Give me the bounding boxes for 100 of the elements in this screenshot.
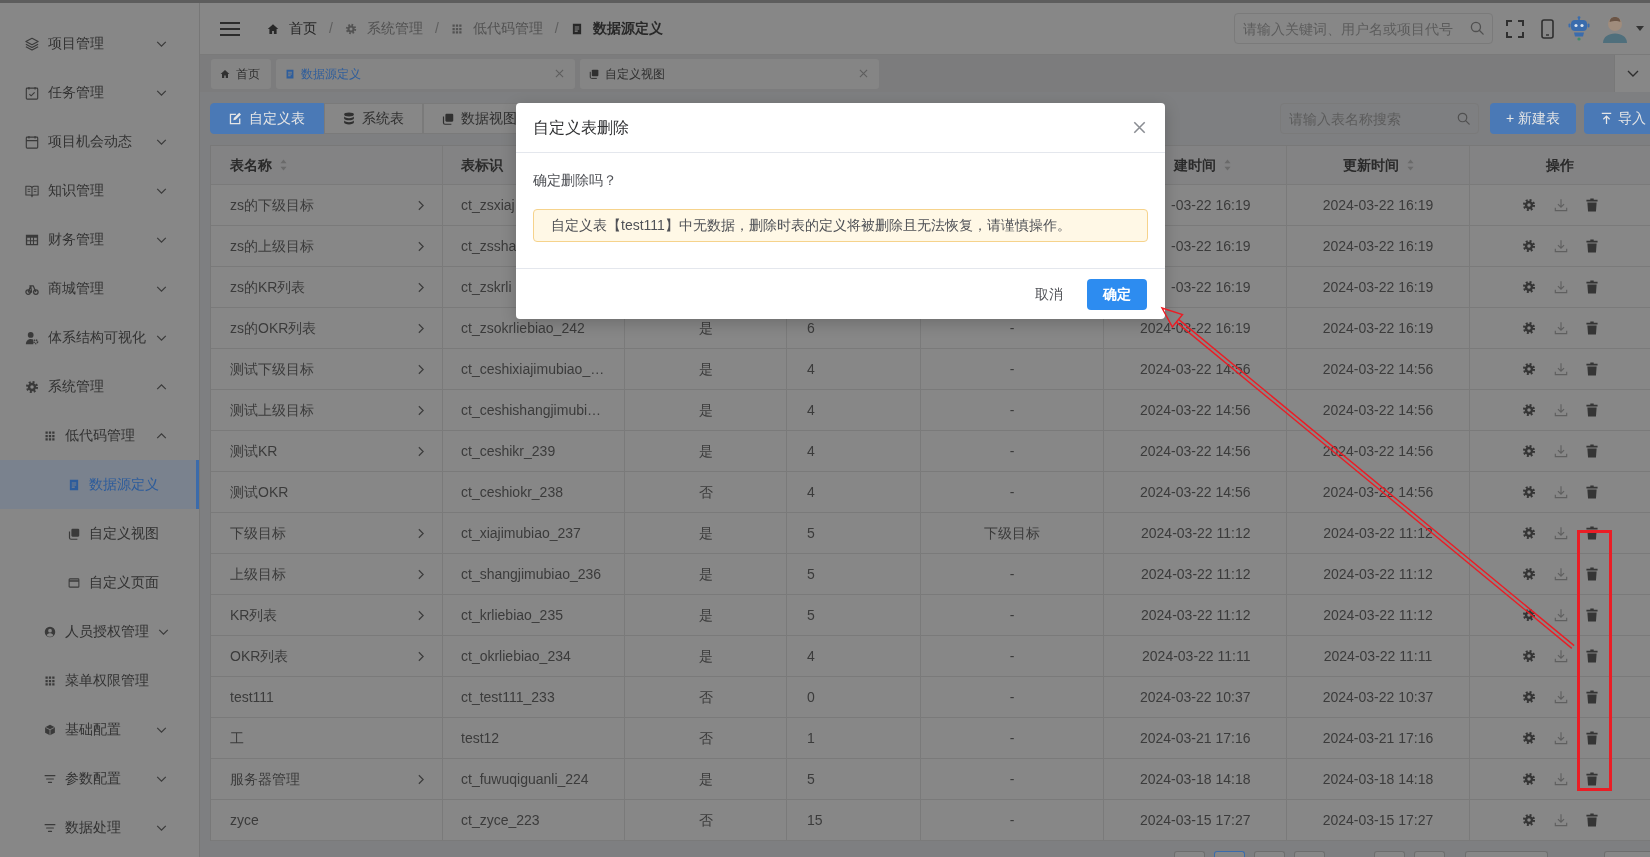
delete-icon[interactable]	[1586, 731, 1598, 745]
chevron-down-icon[interactable]	[156, 89, 167, 96]
robot-icon[interactable]	[1568, 16, 1590, 41]
download-icon[interactable]	[1554, 731, 1568, 745]
confirm-button[interactable]: 确定	[1087, 278, 1147, 310]
page-button[interactable]	[1214, 851, 1245, 857]
settings-icon[interactable]	[1522, 567, 1536, 581]
download-icon[interactable]	[1554, 649, 1568, 663]
settings-icon[interactable]	[1522, 321, 1536, 335]
chevron-right-icon[interactable]	[418, 199, 424, 211]
cancel-button[interactable]: 取消	[1025, 278, 1073, 310]
sidebar-item[interactable]: 系统管理	[0, 362, 199, 411]
table-type-tab[interactable]: 系统表	[324, 103, 423, 134]
settings-icon[interactable]	[1522, 608, 1536, 622]
chevron-down-icon[interactable]	[156, 187, 167, 194]
chevron-right-icon[interactable]	[418, 322, 424, 334]
search-icon[interactable]	[1470, 21, 1484, 35]
delete-icon[interactable]	[1586, 280, 1598, 294]
download-icon[interactable]	[1554, 403, 1568, 417]
chevron-down-icon[interactable]	[156, 726, 167, 733]
chevron-right-icon[interactable]	[418, 404, 424, 416]
chevron-right-icon[interactable]	[418, 445, 424, 457]
settings-icon[interactable]	[1522, 198, 1536, 212]
chevron-right-icon[interactable]	[418, 363, 424, 375]
delete-icon[interactable]	[1586, 649, 1598, 663]
table-type-tab[interactable]: 数据视图	[423, 103, 520, 134]
download-icon[interactable]	[1554, 321, 1568, 335]
delete-icon[interactable]	[1586, 444, 1598, 458]
delete-icon[interactable]	[1586, 321, 1598, 335]
delete-icon[interactable]	[1586, 362, 1598, 376]
new-table-button[interactable]: + 新建表	[1490, 103, 1576, 134]
chevron-down-icon[interactable]	[156, 285, 167, 292]
settings-icon[interactable]	[1522, 444, 1536, 458]
settings-icon[interactable]	[1522, 280, 1536, 294]
download-icon[interactable]	[1554, 608, 1568, 622]
chevron-right-icon[interactable]	[418, 650, 424, 662]
sidebar-item[interactable]: 项目机会动态	[0, 117, 199, 166]
sidebar-item[interactable]: 基础配置	[0, 705, 199, 754]
page-jump-field[interactable]	[1604, 851, 1650, 857]
chevron-down-icon[interactable]	[156, 775, 167, 782]
sidebar-item[interactable]: 财务管理	[0, 215, 199, 264]
chevron-right-icon[interactable]	[418, 281, 424, 293]
table-type-tab[interactable]: 自定义表	[210, 103, 324, 134]
close-icon[interactable]	[555, 69, 564, 78]
chevron-down-icon[interactable]	[156, 334, 167, 341]
download-icon[interactable]	[1554, 772, 1568, 786]
download-icon[interactable]	[1554, 280, 1568, 294]
settings-icon[interactable]	[1522, 772, 1536, 786]
caret-down-icon[interactable]	[1636, 26, 1644, 31]
chevron-up-icon[interactable]	[156, 432, 167, 439]
chevron-up-icon[interactable]	[156, 383, 167, 390]
delete-icon[interactable]	[1586, 403, 1598, 417]
close-icon[interactable]	[859, 69, 868, 78]
sidebar-item[interactable]: 自定义视图	[0, 509, 199, 558]
chevron-down-icon[interactable]	[156, 138, 167, 145]
chevron-right-icon[interactable]	[418, 773, 424, 785]
settings-icon[interactable]	[1522, 731, 1536, 745]
download-icon[interactable]	[1554, 362, 1568, 376]
chevron-right-icon[interactable]	[418, 527, 424, 539]
download-icon[interactable]	[1554, 485, 1568, 499]
chevron-down-icon[interactable]	[156, 824, 167, 831]
settings-icon[interactable]	[1522, 526, 1536, 540]
download-icon[interactable]	[1554, 198, 1568, 212]
delete-icon[interactable]	[1586, 608, 1598, 622]
settings-icon[interactable]	[1522, 690, 1536, 704]
delete-icon[interactable]	[1586, 239, 1598, 253]
download-icon[interactable]	[1554, 690, 1568, 704]
delete-icon[interactable]	[1586, 813, 1598, 827]
delete-icon[interactable]	[1586, 690, 1598, 704]
settings-icon[interactable]	[1522, 403, 1536, 417]
delete-icon[interactable]	[1586, 526, 1598, 540]
settings-icon[interactable]	[1522, 813, 1536, 827]
chevron-right-icon[interactable]	[418, 609, 424, 621]
avatar-icon[interactable]	[1602, 14, 1628, 43]
chevron-down-icon[interactable]	[158, 628, 169, 635]
sidebar-item[interactable]: 参数配置	[0, 754, 199, 803]
chevron-right-icon[interactable]	[418, 240, 424, 252]
chevron-right-icon[interactable]	[418, 568, 424, 580]
delete-icon[interactable]	[1586, 567, 1598, 581]
settings-icon[interactable]	[1522, 649, 1536, 663]
sidebar-item[interactable]: 体系结构可视化	[0, 313, 199, 362]
close-icon[interactable]	[1133, 121, 1146, 134]
download-icon[interactable]	[1554, 813, 1568, 827]
settings-icon[interactable]	[1522, 239, 1536, 253]
sidebar-item[interactable]: 低代码管理	[0, 411, 199, 460]
settings-icon[interactable]	[1522, 485, 1536, 499]
chevron-down-icon[interactable]	[156, 40, 167, 47]
tab[interactable]: 自定义视图	[580, 58, 879, 89]
tabs-dropdown-button[interactable]	[1614, 55, 1650, 92]
delete-icon[interactable]	[1586, 772, 1598, 786]
sidebar-item[interactable]: 任务管理	[0, 68, 199, 117]
download-icon[interactable]	[1554, 239, 1568, 253]
sidebar-item[interactable]: 知识管理	[0, 166, 199, 215]
menu-icon[interactable]	[220, 21, 240, 36]
sidebar-item[interactable]: 人员授权管理	[0, 607, 199, 656]
chevron-down-icon[interactable]	[156, 236, 167, 243]
download-icon[interactable]	[1554, 526, 1568, 540]
breadcrumb-link[interactable]: 首页	[267, 18, 317, 39]
sidebar-item[interactable]: 商城管理	[0, 264, 199, 313]
fullscreen-icon[interactable]	[1506, 19, 1524, 38]
